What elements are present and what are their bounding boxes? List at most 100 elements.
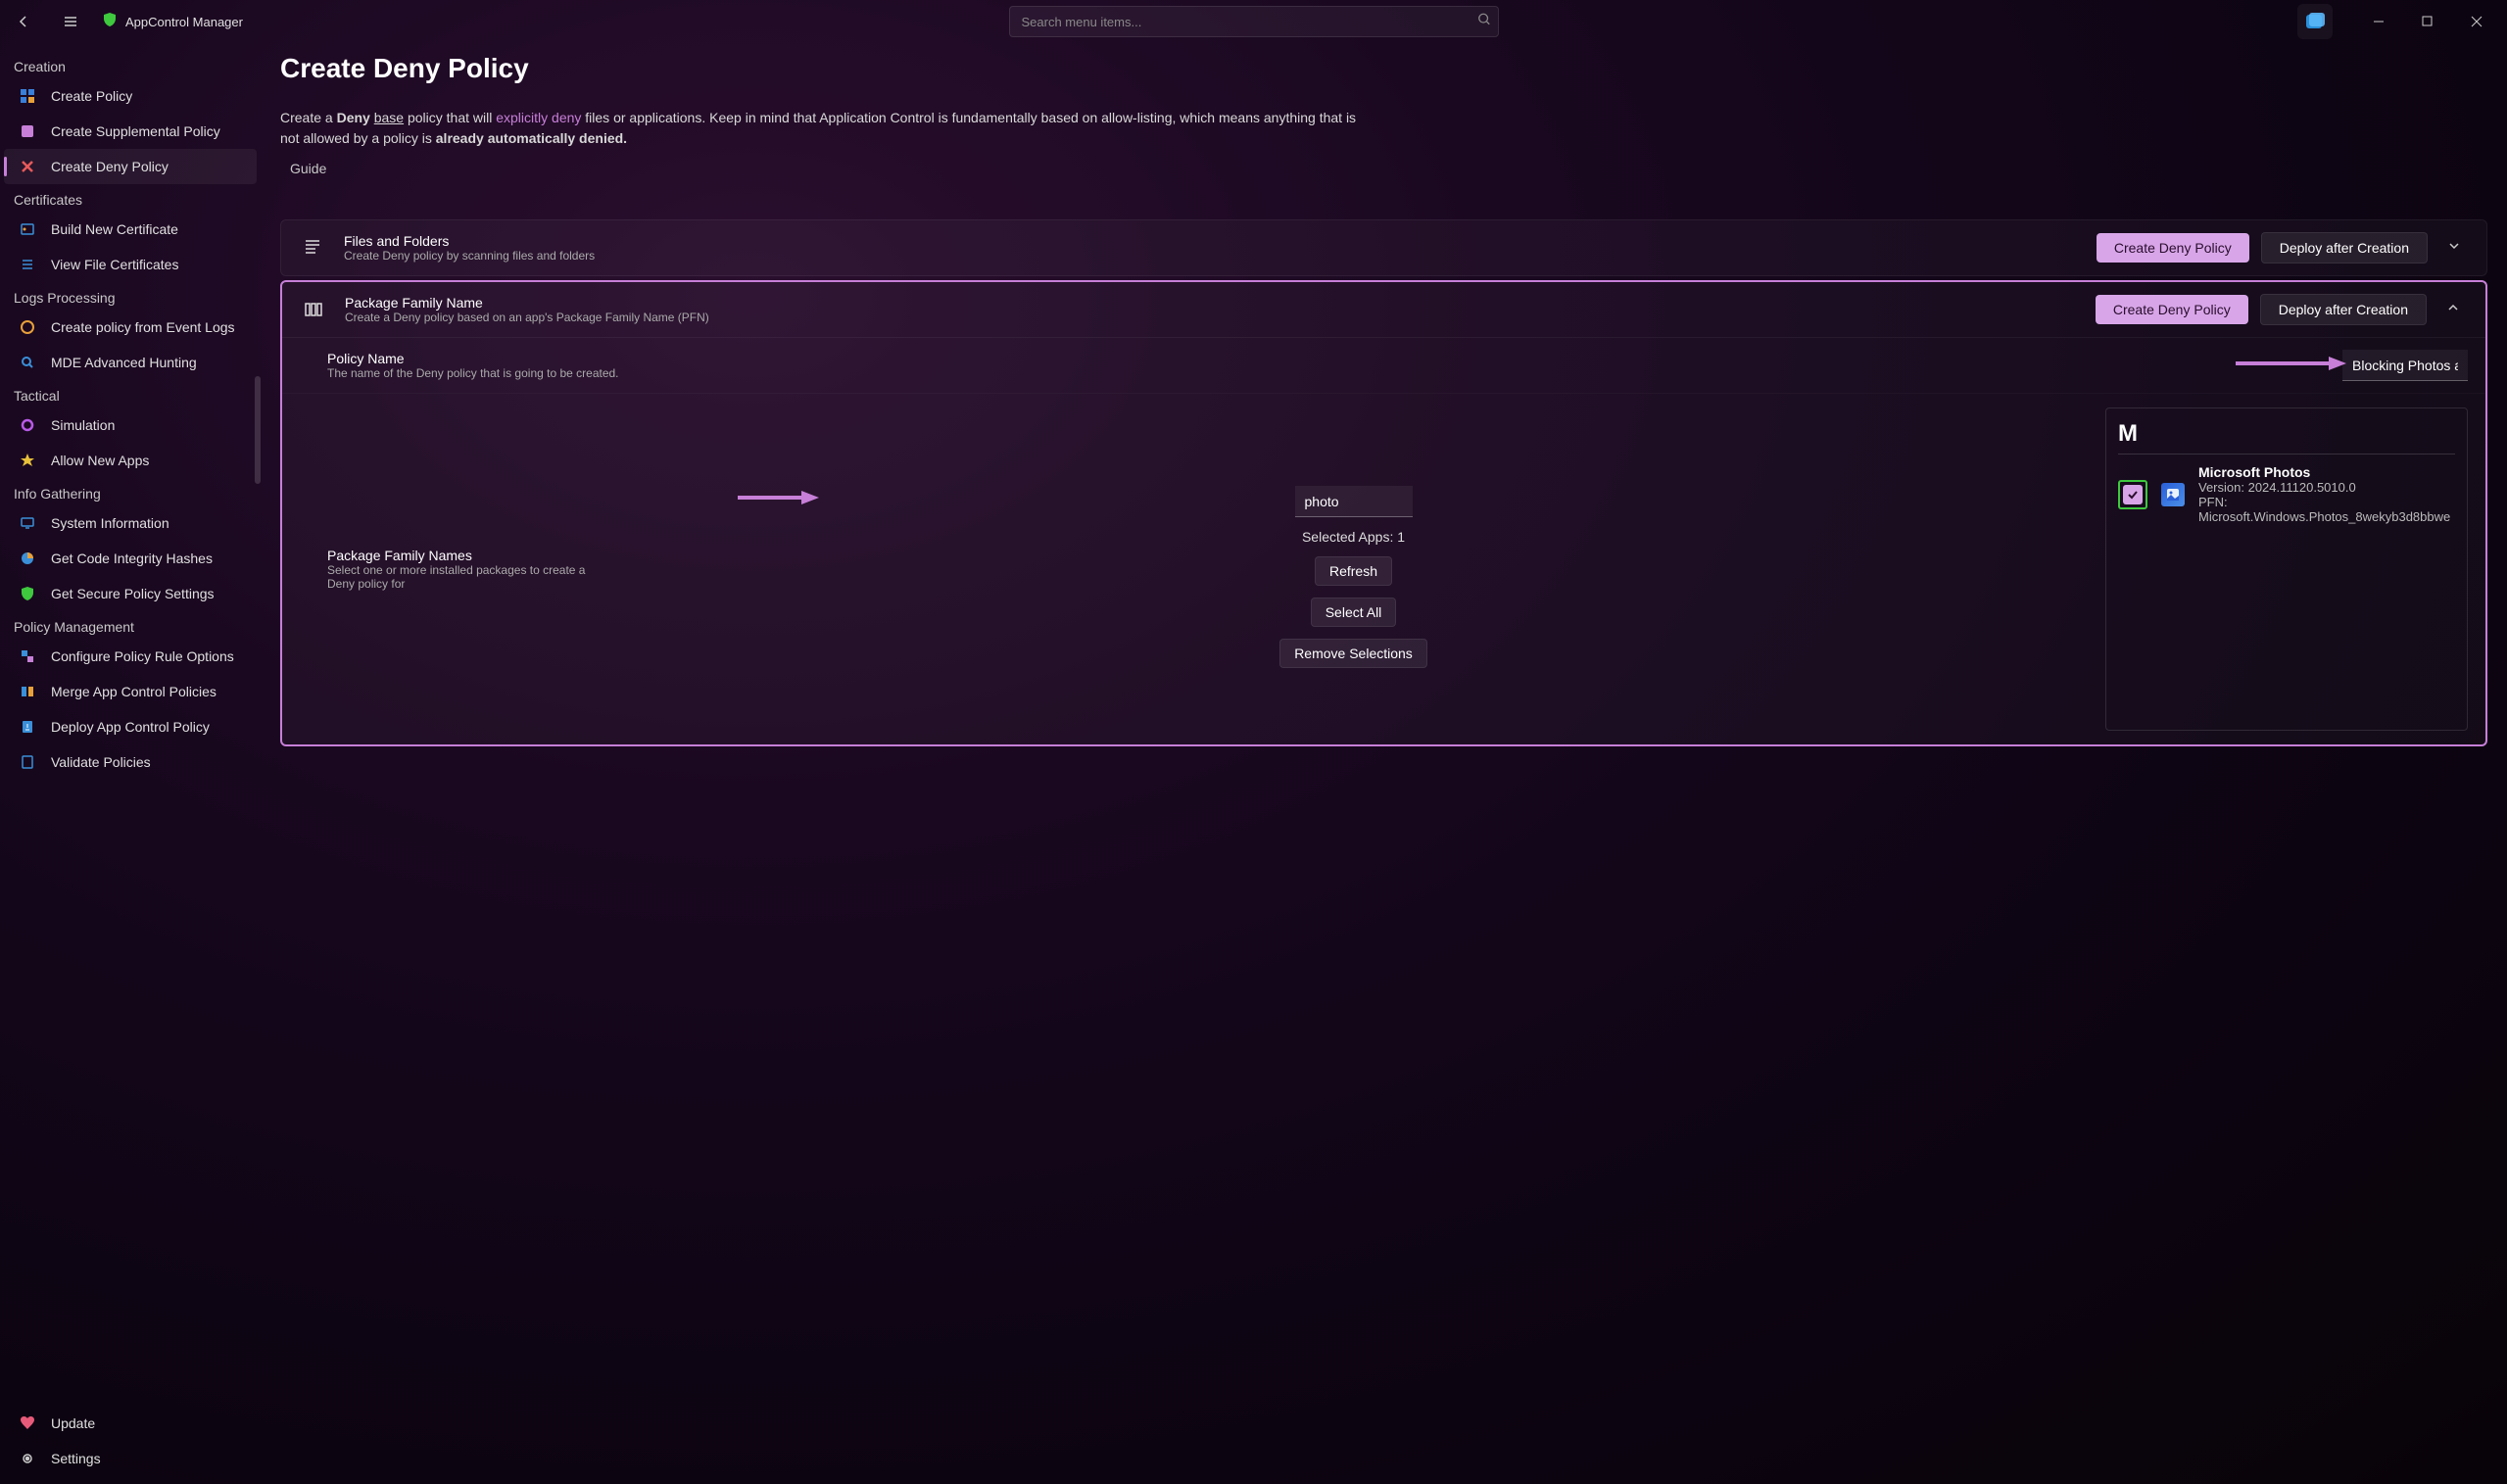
sidebar-item-label: System Information	[51, 515, 169, 531]
sidebar-item-merge[interactable]: Merge App Control Policies	[4, 674, 257, 709]
merge-icon	[18, 682, 37, 701]
expander-files-folders: Files and Folders Create Deny policy by …	[280, 219, 2487, 276]
maximize-icon	[2422, 16, 2434, 27]
back-button[interactable]	[8, 6, 39, 37]
expander-subtitle: Create a Deny policy based on an app's P…	[345, 311, 2078, 324]
sidebar-item-create-deny[interactable]: Create Deny Policy	[4, 149, 257, 184]
deploy-after-button[interactable]: Deploy after Creation	[2261, 232, 2428, 263]
sidebar-item-label: Create Policy	[51, 88, 132, 104]
sidebar-item-label: Simulation	[51, 417, 115, 433]
create-deny-button[interactable]: Create Deny Policy	[2096, 295, 2248, 324]
sidebar-section-info: Info Gathering	[0, 478, 261, 505]
magnify-icon	[18, 353, 37, 372]
close-button[interactable]	[2454, 6, 2499, 37]
sidebar-item-label: Update	[51, 1415, 95, 1431]
sidebar-item-label: Settings	[51, 1451, 101, 1466]
guide-link[interactable]: Guide	[280, 157, 336, 180]
list-cert-icon	[18, 255, 37, 274]
policy-name-input[interactable]	[2342, 350, 2468, 381]
refresh-button[interactable]: Refresh	[1315, 556, 1392, 586]
sidebar-item-rule-options[interactable]: Configure Policy Rule Options	[4, 639, 257, 674]
create-deny-button[interactable]: Create Deny Policy	[2097, 233, 2249, 263]
annotation-highlight	[2118, 480, 2147, 509]
filter-input[interactable]	[1295, 486, 1413, 517]
app-version: Version: 2024.11120.5010.0	[2198, 480, 2455, 495]
copilot-button[interactable]	[2297, 4, 2333, 39]
sidebar-section-logs: Logs Processing	[0, 282, 261, 310]
sidebar-item-label: Deploy App Control Policy	[51, 719, 210, 735]
search-input[interactable]	[1009, 6, 1499, 37]
star-icon	[18, 451, 37, 470]
heart-icon	[18, 1413, 37, 1433]
chevron-up-icon[interactable]	[2438, 301, 2468, 319]
app-row[interactable]: Microsoft Photos Version: 2024.11120.501…	[2118, 464, 2455, 524]
sidebar-item-mde-hunting[interactable]: MDE Advanced Hunting	[4, 345, 257, 380]
explicitly-deny-link[interactable]: explicitly deny	[496, 110, 581, 125]
sidebar-item-update[interactable]: Update	[4, 1406, 257, 1441]
sidebar-item-event-logs[interactable]: Create policy from Event Logs	[4, 310, 257, 345]
selected-count: Selected Apps: 1	[1302, 529, 1405, 545]
expander-subtitle: Create Deny policy by scanning files and…	[344, 249, 2079, 263]
sidebar-item-label: Get Code Integrity Hashes	[51, 551, 213, 566]
sidebar-item-settings[interactable]: Settings	[4, 1441, 257, 1476]
chevron-down-icon[interactable]	[2439, 239, 2469, 258]
sidebar-item-code-integrity[interactable]: Get Code Integrity Hashes	[4, 541, 257, 576]
sidebar-item-build-cert[interactable]: Build New Certificate	[4, 212, 257, 247]
sidebar-item-deploy[interactable]: Deploy App Control Policy	[4, 709, 257, 744]
monitor-icon	[18, 513, 37, 533]
sidebar-item-label: Merge App Control Policies	[51, 684, 217, 699]
sidebar-item-label: View File Certificates	[51, 257, 178, 272]
sidebar-item-label: Configure Policy Rule Options	[51, 648, 234, 664]
grid-icon	[18, 86, 37, 106]
sidebar-item-label: Build New Certificate	[51, 221, 178, 237]
sidebar-item-create-supplemental[interactable]: Create Supplemental Policy	[4, 114, 257, 149]
ring-icon	[18, 415, 37, 435]
sidebar-item-allow-new[interactable]: Allow New Apps	[4, 443, 257, 478]
package-icon	[300, 296, 327, 323]
page-title: Create Deny Policy	[280, 53, 2487, 84]
sidebar-section-creation: Creation	[0, 51, 261, 78]
sidebar-item-sys-info[interactable]: System Information	[4, 505, 257, 541]
expander-title: Package Family Name	[345, 295, 2078, 311]
puzzle-icon	[18, 646, 37, 666]
annotation-arrow-icon	[2231, 354, 2348, 373]
files-icon	[299, 234, 326, 262]
hamburger-button[interactable]	[55, 6, 86, 37]
sidebar-item-label: Get Secure Policy Settings	[51, 586, 215, 601]
sidebar-item-view-certs[interactable]: View File Certificates	[4, 247, 257, 282]
sidebar-item-create-policy[interactable]: Create Policy	[4, 78, 257, 114]
gear-icon	[18, 1449, 37, 1468]
supplemental-icon	[18, 121, 37, 141]
sidebar-item-label: MDE Advanced Hunting	[51, 355, 197, 370]
expander-title: Files and Folders	[344, 233, 2079, 249]
select-all-button[interactable]: Select All	[1311, 598, 1397, 627]
search-icon	[1477, 13, 1491, 31]
apps-list: M Mi	[2105, 407, 2468, 731]
expander-pfn: Package Family Name Create a Deny policy…	[280, 280, 2487, 746]
shield-check-icon	[18, 584, 37, 603]
sidebar-item-label: Create policy from Event Logs	[51, 319, 235, 335]
sidebar-item-simulation[interactable]: Simulation	[4, 407, 257, 443]
sidebar-item-label: Validate Policies	[51, 754, 151, 770]
hamburger-icon	[63, 14, 78, 29]
sidebar-item-validate[interactable]: Validate Policies	[4, 744, 257, 780]
deny-icon	[18, 157, 37, 176]
minimize-button[interactable]	[2356, 6, 2401, 37]
annotation-arrow-icon	[733, 488, 821, 507]
pie-icon	[18, 549, 37, 568]
sidebar-section-certificates: Certificates	[0, 184, 261, 212]
policy-name-subtitle: The name of the Deny policy that is goin…	[327, 366, 2325, 380]
deploy-after-button[interactable]: Deploy after Creation	[2260, 294, 2427, 325]
maximize-button[interactable]	[2405, 6, 2450, 37]
close-icon	[2471, 16, 2483, 27]
remove-selections-button[interactable]: Remove Selections	[1279, 639, 1427, 668]
event-log-icon	[18, 317, 37, 337]
app-pfn: PFN: Microsoft.Windows.Photos_8wekyb3d8b…	[2198, 495, 2455, 524]
app-name: Microsoft Photos	[2198, 464, 2455, 480]
sidebar-section-tactical: Tactical	[0, 380, 261, 407]
app-checkbox[interactable]	[2123, 485, 2143, 504]
arrow-left-icon	[16, 14, 31, 29]
certificate-icon	[18, 219, 37, 239]
deploy-icon	[18, 717, 37, 737]
sidebar-item-secure-policy[interactable]: Get Secure Policy Settings	[4, 576, 257, 611]
